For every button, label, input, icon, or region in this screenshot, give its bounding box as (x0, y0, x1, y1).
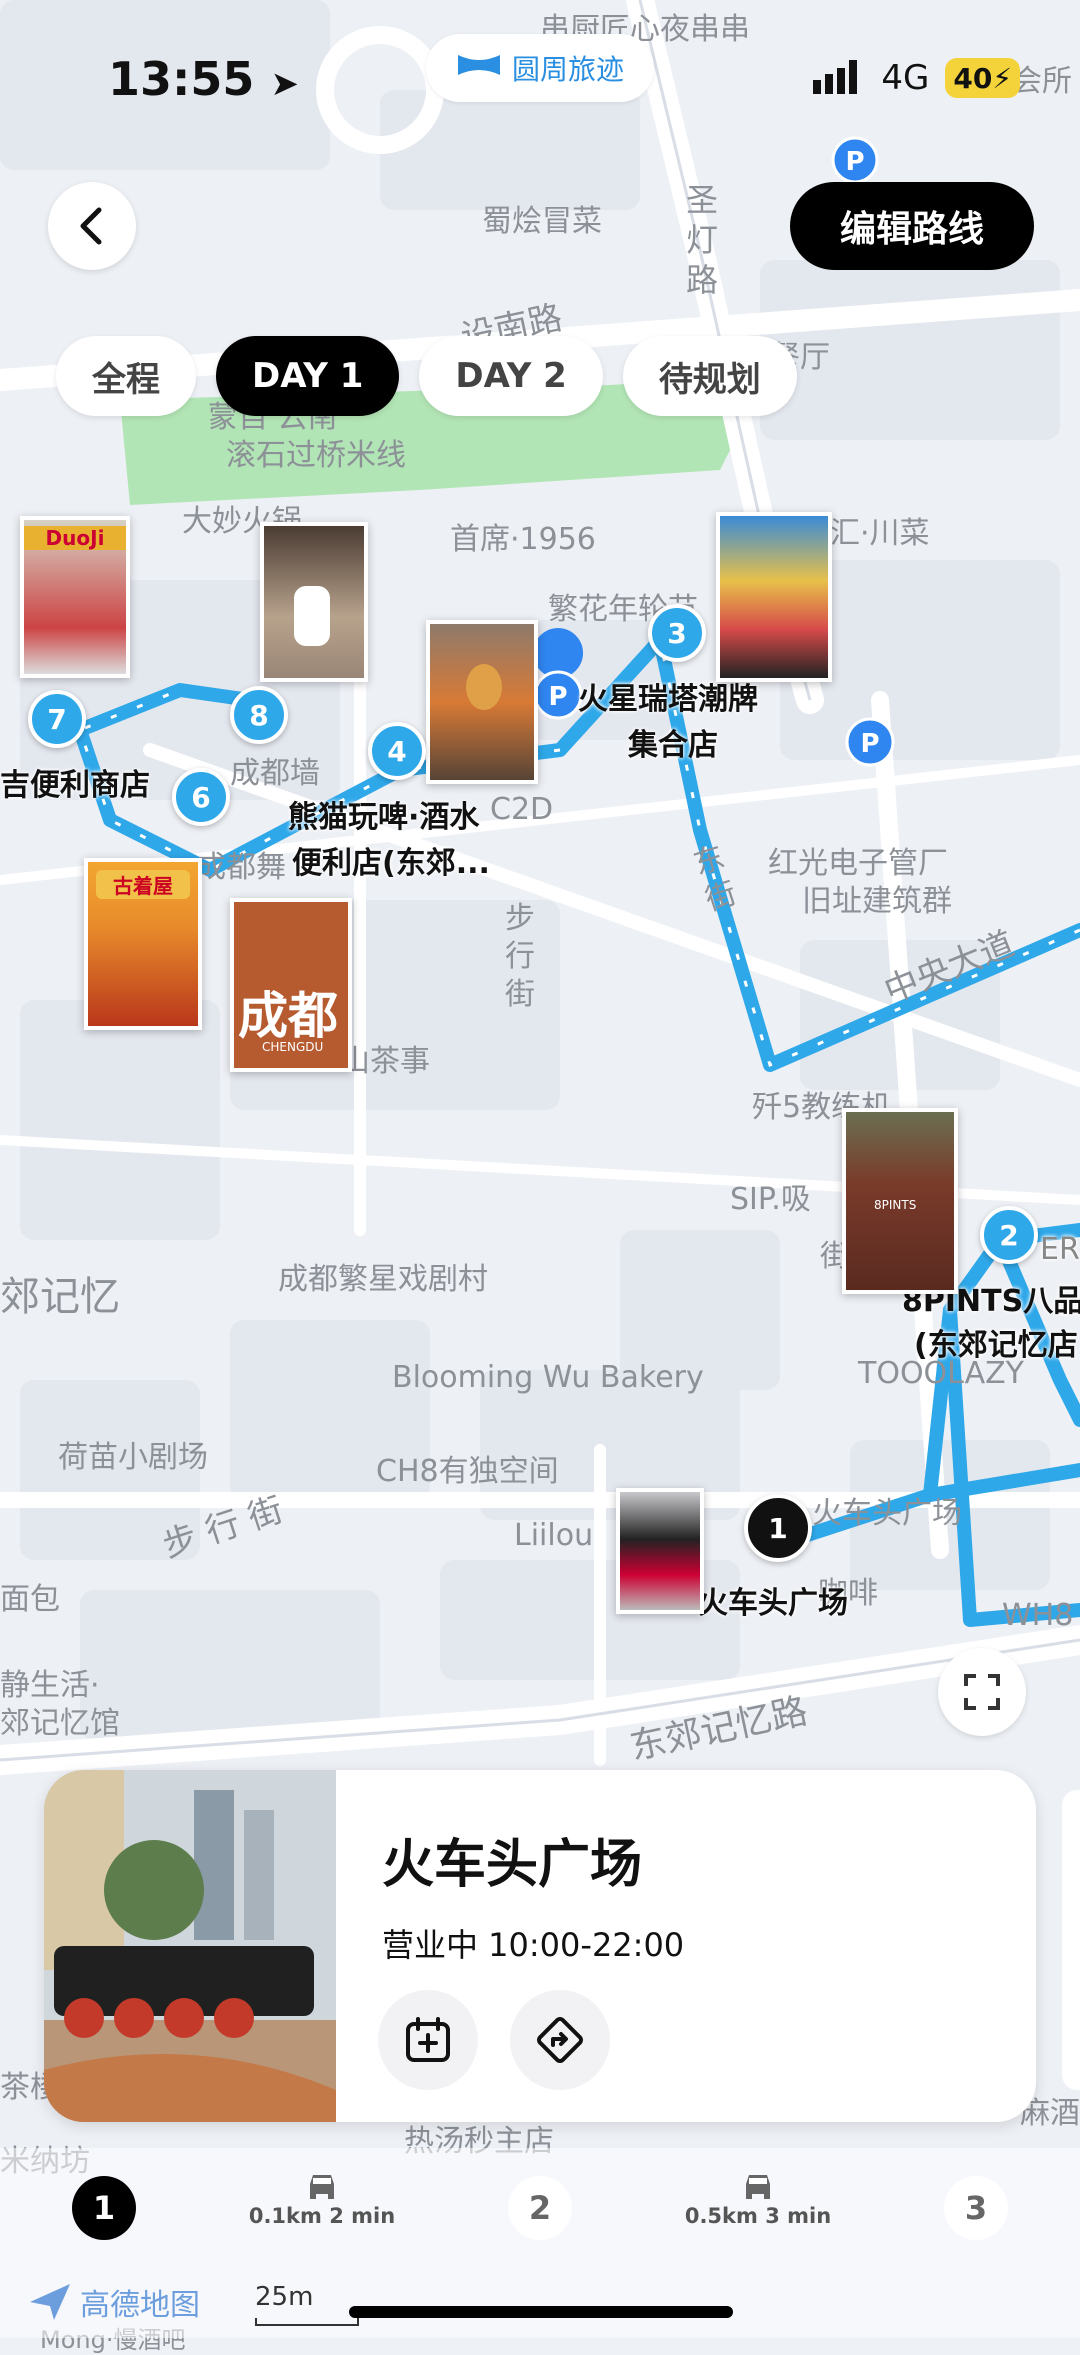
car-icon (310, 2175, 334, 2199)
poi-label: 汇·川菜 (830, 516, 930, 551)
stop-label[interactable]: 集合店 (628, 720, 718, 764)
svg-text:P: P (845, 147, 864, 177)
status-icons: 4G 40 ⚡ (813, 58, 1020, 98)
stop-label[interactable]: 便利店(东郊... (292, 838, 490, 882)
street-label: 圣灯路 (686, 181, 719, 299)
place-photo[interactable] (426, 620, 538, 784)
poi-label: 郊记忆馆 (0, 1706, 120, 1741)
parking-icon: P (831, 136, 879, 184)
poi-label: 山茶事 (340, 1044, 430, 1079)
route-stop-2[interactable]: 2 (508, 2176, 572, 2240)
poi-label: 面包 (0, 1582, 60, 1617)
back-button[interactable] (48, 182, 136, 270)
route-stop-pin-active[interactable]: 1 (744, 1494, 812, 1562)
poi-label: Blooming Wu Bakery (392, 1360, 704, 1395)
route-stop-pin[interactable]: 6 (172, 768, 230, 826)
poi-label: 旧址建筑群 (802, 884, 952, 919)
signal-icon (813, 58, 865, 98)
chevron-left-icon (80, 207, 102, 245)
map-scale-bar (255, 2318, 359, 2326)
place-photo[interactable]: DuoJi (20, 516, 130, 678)
navigate-button[interactable] (510, 1990, 610, 2090)
route-stop-3[interactable]: 3 (944, 2176, 1008, 2240)
stop-label: ER (1040, 1232, 1080, 1267)
svg-text:P: P (860, 729, 879, 759)
route-stop-1[interactable]: 1 (72, 2176, 136, 2240)
poi-label: WH8 (1002, 1598, 1074, 1633)
poi-label: 荷苗小剧场 (58, 1440, 208, 1475)
place-hours: 营业中 10:00-22:00 (382, 1926, 685, 1964)
svg-text:P: P (548, 682, 567, 712)
route-segment[interactable]: 0.1km 2 min (232, 2170, 412, 2228)
route-stop-pin[interactable]: 8 (230, 686, 288, 744)
place-photo[interactable]: 古着屋 (84, 858, 202, 1030)
place-photo[interactable] (716, 512, 832, 682)
next-place-card-peek[interactable] (1062, 1790, 1080, 2090)
route-stop-pin[interactable]: 7 (28, 690, 86, 748)
car-icon (746, 2175, 770, 2199)
place-photo[interactable] (260, 522, 368, 682)
battery-icon: 40 ⚡ (945, 58, 1020, 98)
route-stop-pin[interactable]: 3 (648, 604, 706, 662)
stop-label[interactable]: 吉便利商店 (0, 760, 150, 804)
parking-icon: P (845, 717, 895, 767)
poi-label: 滚石过桥米线 (226, 438, 406, 473)
map-scale: 25m (255, 2282, 314, 2312)
network-type: 4G (881, 58, 930, 98)
poi-label: SIP.吸 (730, 1182, 811, 1217)
place-photo[interactable]: 8PINTS (842, 1108, 958, 1294)
poi-label: 成都繁星戏剧村 (278, 1262, 488, 1297)
place-card-photo[interactable] (44, 1770, 336, 2122)
tab-day-1[interactable]: DAY 1 (216, 336, 400, 416)
poi-label: 蜀烩冒菜 (482, 204, 602, 239)
poi-label: 首席·1956 (450, 522, 596, 557)
poi-label: CH8有独空间 (376, 1454, 559, 1489)
place-title: 火车头广场 (382, 1835, 643, 1895)
fullscreen-button[interactable] (938, 1648, 1026, 1736)
navigate-icon (537, 2017, 583, 2063)
stop-label[interactable]: 火车头广场 (698, 1578, 848, 1622)
place-photo[interactable] (616, 1488, 704, 1614)
route-segment[interactable]: 0.5km 3 min (668, 2170, 848, 2228)
expand-icon (964, 1674, 1000, 1710)
route-stop-pin[interactable]: 2 (980, 1206, 1038, 1264)
poi-label: 成都舞 (196, 850, 286, 885)
poi-label: Liilou (514, 1518, 594, 1553)
edit-route-button[interactable]: 编辑路线 (790, 182, 1034, 270)
home-indicator[interactable] (349, 2306, 733, 2318)
place-photo[interactable]: 成都 CHENGDU (230, 898, 352, 1072)
day-tabs: 全程 DAY 1 DAY 2 待规划 (56, 336, 797, 416)
amap-logo-icon (30, 2284, 70, 2320)
add-to-plan-button[interactable] (378, 1990, 478, 2090)
map-provider-logo: 高德地图 (28, 2280, 200, 2324)
tab-day-2[interactable]: DAY 2 (419, 336, 603, 416)
app-logo-icon (456, 51, 502, 86)
poi-label: C2D (490, 792, 554, 827)
poi-label: 火车头广场 (812, 1496, 962, 1531)
tab-unplanned[interactable]: 待规划 (622, 336, 797, 416)
calendar-add-icon (406, 2017, 450, 2062)
app-switcher-chip[interactable]: 圆周旅迹 (426, 34, 654, 102)
location-arrow-icon: ➤ (270, 64, 299, 104)
place-card[interactable]: 火车头广场 营业中 10:00-22:00 (44, 1770, 1036, 2122)
tab-overall[interactable]: 全程 (56, 336, 196, 416)
stop-label[interactable]: 熊猫玩啤·酒水 (288, 792, 479, 836)
app-name: 圆周旅迹 (511, 53, 624, 86)
poi-label: 成都墙 (230, 756, 320, 791)
poi-label: 郊记忆 (0, 1274, 120, 1320)
stop-label[interactable]: (东郊记忆店 (914, 1320, 1078, 1364)
street-label: 步行街 (505, 901, 535, 1012)
route-stop-pin[interactable]: 4 (368, 722, 426, 780)
status-time: 13:55 ➤ (108, 52, 299, 106)
